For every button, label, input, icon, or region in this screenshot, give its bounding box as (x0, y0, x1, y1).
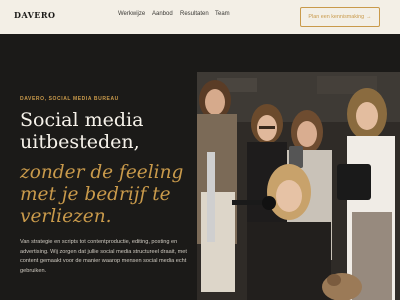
cta-label: Plan een kennismaking (308, 14, 365, 20)
arrow-right-icon: → (366, 14, 372, 20)
nav-werkwijze[interactable]: Werkwijze (118, 11, 145, 17)
hero-heading-line4: met je bedrijf te (20, 184, 171, 205)
nav-team[interactable]: Team (215, 11, 230, 17)
hero-heading-line3: zonder de feeling (20, 162, 184, 183)
hero-heading-line2: uitbesteden, (20, 131, 140, 153)
hero-heading-line5: verliezen. (20, 206, 112, 227)
hero-body-text: Van strategie en scripts tot contentprod… (20, 239, 187, 274)
nav-aanbod[interactable]: Aanbod (152, 11, 173, 17)
hero-eyebrow: DAVERO, SOCIAL MEDIA BUREAU (20, 96, 119, 102)
logo[interactable]: DAVERO (14, 10, 55, 20)
nav-resultaten[interactable]: Resultaten (180, 11, 209, 17)
team-photo (197, 72, 400, 300)
hero-heading-line1: Social media (20, 109, 144, 131)
site-header: DAVERO Werkwijze Aanbod Resultaten Team … (0, 0, 400, 34)
plan-kennismaking-button[interactable]: Plan een kennismaking → (300, 7, 380, 27)
